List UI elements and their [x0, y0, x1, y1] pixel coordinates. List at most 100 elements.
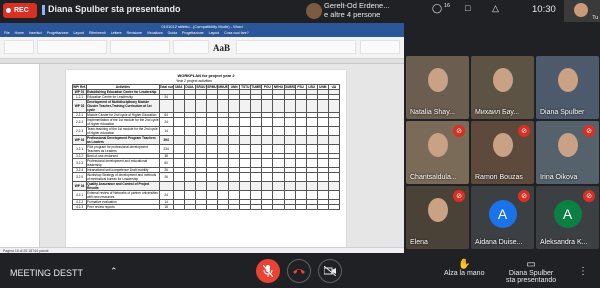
- word-tab[interactable]: Progettazione: [182, 30, 204, 37]
- word-tab[interactable]: Layout: [73, 30, 84, 37]
- table-cell-ref: WP 04: [71, 181, 88, 191]
- active-speakers-more: e altre 4 persone: [324, 10, 381, 19]
- participant-face: [558, 68, 578, 92]
- participant-face: [428, 133, 448, 157]
- table-cell-days: 18: [158, 204, 174, 210]
- table-cell-partner: [194, 158, 207, 168]
- table-cell-partner: [272, 117, 285, 127]
- document-page: WORKPLAN for project year 2 Year 2 proje…: [66, 70, 346, 250]
- participant-tile[interactable]: ⊘ Elena: [406, 186, 469, 249]
- table-cell-partner: [228, 190, 241, 200]
- speaker-avatar: [306, 3, 322, 19]
- word-tab[interactable]: Progettazione: [47, 30, 69, 37]
- table-cell-days: 24: [158, 117, 174, 127]
- table-cell-partner: [327, 117, 341, 127]
- camera-off-icon: [324, 266, 336, 276]
- table-cell-partner: [228, 117, 241, 127]
- end-call-button[interactable]: [287, 259, 311, 283]
- camera-toggle-button[interactable]: [318, 259, 342, 283]
- table-cell-partner: [305, 99, 318, 113]
- table-cell-partner: [250, 204, 263, 210]
- table-cell-partner: [327, 172, 341, 182]
- word-tab[interactable]: Cosa vuoi fare?: [224, 30, 249, 37]
- table-header-cell: NRHU: [272, 84, 285, 90]
- style-heading-sample: AaB: [213, 43, 231, 53]
- raise-hand-button[interactable]: ✋ Alza la mano: [444, 259, 484, 277]
- word-tab[interactable]: Revisione: [127, 30, 142, 37]
- table-cell-partner: [239, 99, 252, 113]
- table-cell-partner: [172, 190, 185, 200]
- activities-icon[interactable]: △: [492, 3, 499, 14]
- presenter-button[interactable]: ▭ Diana Spulber sta presentando: [506, 259, 556, 284]
- participant-face: [428, 198, 448, 222]
- table-cell-partner: [183, 144, 196, 154]
- table-cell-partner: [327, 135, 341, 145]
- word-tab[interactable]: Inserisci: [29, 30, 42, 37]
- participant-tile[interactable]: A ⊘ Aleksandra K...: [536, 186, 599, 249]
- word-tab[interactable]: File: [4, 30, 10, 37]
- more-options-icon[interactable]: ⋮: [578, 266, 588, 277]
- table-cell-partner: [194, 99, 207, 113]
- table-header-cell: GUBRU: [283, 84, 296, 90]
- word-tab[interactable]: Visualizza: [147, 30, 163, 37]
- meeting-name[interactable]: MEETING DESTT: [10, 268, 83, 278]
- mic-off-icon: ⊘: [583, 190, 595, 202]
- table-cell-partner: [239, 126, 252, 136]
- table-cell-partner: [272, 181, 285, 191]
- participant-tile[interactable]: ⊘ Chantsaldula...: [406, 121, 469, 184]
- table-cell-partner: [250, 135, 263, 145]
- mic-toggle-button[interactable]: [256, 259, 280, 283]
- table-cell-partner: [283, 126, 296, 136]
- table-cell-partner: [172, 158, 185, 168]
- table-cell-partner: [305, 117, 318, 127]
- table-cell-partner: [272, 158, 285, 168]
- chat-icon[interactable]: □: [465, 3, 470, 13]
- participant-tile[interactable]: A ⊘ Aidana Duise...: [471, 186, 534, 249]
- table-cell-partner: [316, 99, 329, 113]
- word-tab[interactable]: Riferimenti: [89, 30, 106, 37]
- participant-tile[interactable]: ⊘ Irina Oikova: [536, 121, 599, 184]
- word-tab[interactable]: Guida: [168, 30, 177, 37]
- meet-window: REC Diana Spulber sta presentando Gerelt…: [0, 0, 600, 288]
- participant-tile[interactable]: Михаил Бау...: [471, 56, 534, 119]
- word-tab[interactable]: Layout: [209, 30, 220, 37]
- participant-name: Михаил Бау...: [475, 109, 520, 116]
- table-cell-partner: [183, 204, 196, 210]
- workplan-table: WP/ Ref.ActivitiesTotal number of workin…: [71, 84, 341, 210]
- table-cell-days: 26: [158, 172, 174, 182]
- participant-tile[interactable]: ⊘ Ramon Bouzas: [471, 121, 534, 184]
- table-cell-partner: [205, 181, 219, 191]
- table-cell-partner: [305, 144, 318, 154]
- table-cell-partner: [228, 144, 241, 154]
- word-tab[interactable]: Home: [15, 30, 24, 37]
- table-cell-partner: [239, 181, 252, 191]
- bottom-bar: MEETING DESTT ⌃ ✋ Alza la mano ▭ Diana S…: [0, 254, 600, 288]
- table-cell-partner: [305, 126, 318, 136]
- word-tab[interactable]: Lettere: [111, 30, 122, 37]
- people-icon[interactable]: ◯: [432, 3, 442, 14]
- table-cell-partner: [205, 99, 219, 113]
- participant-tile[interactable]: Natalia Shay...: [406, 56, 469, 119]
- table-row: 4.2.3 Peer review reports 18: [71, 204, 341, 210]
- table-cell-partner: [316, 190, 329, 200]
- table-cell-partner: [294, 126, 307, 136]
- table-cell-partner: [183, 135, 196, 145]
- active-speaker-name: Gerelt-Od Erdene...: [324, 1, 390, 10]
- word-ribbon: AaB: [0, 37, 404, 59]
- table-cell-partner: [294, 99, 307, 113]
- self-view[interactable]: Tu: [564, 0, 600, 22]
- presenting-text: Diana Spulber sta presentando: [48, 4, 181, 14]
- table-cell-partner: [228, 126, 241, 136]
- table-cell-desc: Development of Multidisciplinary Module …: [86, 99, 160, 113]
- participant-tile[interactable]: Diana Spulber: [536, 56, 599, 119]
- table-cell-partner: [172, 117, 185, 127]
- table-cell-partner: [327, 181, 341, 191]
- table-cell-partner: [194, 204, 207, 210]
- table-cell-partner: [194, 135, 207, 145]
- table-cell-partner: [172, 144, 185, 154]
- table-cell-partner: [205, 158, 219, 168]
- chevron-up-icon[interactable]: ⌃: [110, 266, 118, 277]
- table-cell-partner: [283, 135, 296, 145]
- paragraph-group: [110, 40, 170, 54]
- table-cell-ref: 2.2.2: [71, 117, 88, 127]
